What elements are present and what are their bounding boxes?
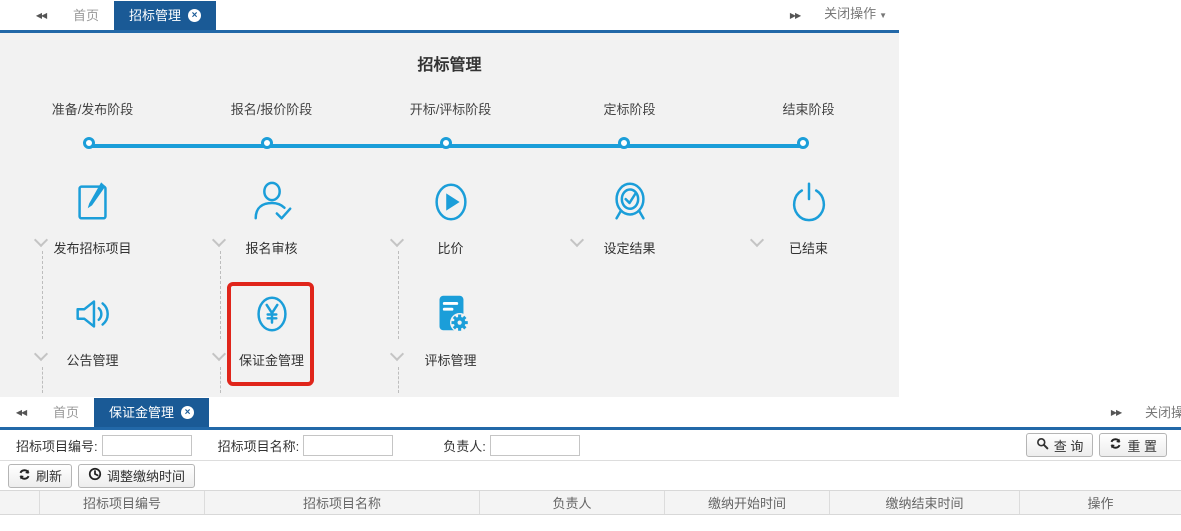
bottom-tab-bar: ◀◀ 首页 保证金管理 × ▶▶ 关闭操作: [0, 397, 1181, 430]
tabs-scroll-right-icon[interactable]: ▶▶: [1099, 398, 1133, 427]
nav-item-label: 已结束: [789, 238, 828, 257]
nav-row-2: 公告管理 保证金管理: [3, 285, 898, 369]
play-icon: [428, 173, 474, 231]
page-title: 招标管理: [0, 51, 899, 75]
search-button-label: 查 询: [1054, 436, 1084, 455]
top-tab-bar: ◀◀ 首页 招标管理 × ▶▶ 关闭操作▼: [0, 0, 899, 33]
tabs-scroll-right-icon[interactable]: ▶▶: [778, 1, 812, 30]
timeline-dot: [83, 137, 95, 149]
grid-col-project-no: 招标项目编号: [40, 491, 205, 514]
adjust-button-label: 调整缴纳时间: [107, 466, 185, 485]
stage-label-end: 结束阶段: [719, 99, 898, 118]
tab-label: 保证金管理: [109, 398, 174, 427]
dashed-connector: [220, 367, 221, 393]
nav-item-label: 保证金管理: [239, 350, 304, 369]
stage-label-open-bid: 开标/评标阶段: [361, 99, 540, 118]
nav-item-label: 发布招标项目: [53, 238, 131, 257]
nav-item-label: 设定结果: [603, 238, 655, 257]
power-icon: [786, 173, 832, 231]
tab-close-icon[interactable]: ×: [181, 406, 194, 419]
search-icon: [1036, 437, 1049, 453]
timeline-dot: [797, 137, 809, 149]
close-operations-menu[interactable]: 关闭操作▼: [812, 0, 899, 30]
timeline-dot: [440, 137, 452, 149]
close-operations-label: 关闭操作: [1145, 405, 1181, 420]
user-check-icon: [249, 173, 295, 231]
nav-item-announcement-management[interactable]: 公告管理: [3, 285, 182, 369]
grid-header: 招标项目编号 招标项目名称 负责人 缴纳开始时间 缴纳结束时间 操作: [0, 490, 1181, 515]
nav-item-label: 报名审核: [245, 238, 297, 257]
stage-label-signup: 报名/报价阶段: [182, 99, 361, 118]
filter-bar: 招标项目编号: 招标项目名称: 负责人: 查 询 重 置: [0, 430, 1181, 461]
refresh-button[interactable]: 刷新: [8, 464, 72, 488]
grid-col-pay-start: 缴纳开始时间: [665, 491, 830, 514]
adjust-payment-time-button[interactable]: 调整缴纳时间: [78, 464, 195, 488]
tab-home[interactable]: 首页: [58, 1, 114, 30]
project-name-input[interactable]: [303, 435, 393, 456]
nav-item-deposit-management[interactable]: 保证金管理: [182, 285, 361, 369]
nav-item-evaluation-management[interactable]: 评标管理: [361, 285, 540, 369]
tabs-scroll-left-icon[interactable]: ◀◀: [4, 398, 38, 427]
grid-col-project-name: 招标项目名称: [205, 491, 480, 514]
grid-toolbar: 刷新 调整缴纳时间: [0, 461, 1181, 490]
tab-home[interactable]: 首页: [38, 398, 94, 427]
grid-body-empty: [0, 515, 1181, 525]
tab-bidding-management[interactable]: 招标管理 ×: [114, 1, 216, 30]
manager-input[interactable]: [490, 435, 580, 456]
target-check-icon: [607, 173, 653, 231]
document-gear-icon: [428, 285, 474, 343]
nav-row-1: 发布招标项目 报名审核: [3, 173, 898, 257]
nav-item-price-compare[interactable]: 比价: [361, 173, 540, 257]
grid-col-actions: 操作: [1020, 491, 1181, 514]
close-operations-menu[interactable]: 关闭操作: [1133, 398, 1181, 427]
yuan-coin-icon: [249, 285, 295, 343]
tabs-scroll-left-icon[interactable]: ◀◀: [24, 1, 58, 30]
tab-label: 首页: [73, 8, 99, 23]
manager-label: 负责人:: [443, 436, 486, 455]
nav-item-label: 比价: [437, 238, 463, 257]
timeline-dot: [261, 137, 273, 149]
reset-button-label: 重 置: [1127, 436, 1157, 455]
nav-item-finished[interactable]: 已结束: [719, 173, 898, 257]
tab-label: 首页: [53, 405, 79, 420]
search-button[interactable]: 查 询: [1026, 433, 1094, 457]
edit-document-icon: [70, 173, 116, 231]
stage-label-award: 定标阶段: [540, 99, 719, 118]
grid-col-select: [0, 491, 40, 514]
refresh-icon: [1109, 437, 1122, 453]
nav-item-publish-project[interactable]: 发布招标项目: [3, 173, 182, 257]
tab-deposit-management[interactable]: 保证金管理 ×: [94, 398, 209, 427]
tab-close-icon[interactable]: ×: [188, 9, 201, 22]
caret-down-icon: ▼: [879, 11, 887, 20]
refresh-button-label: 刷新: [36, 466, 62, 485]
close-operations-label: 关闭操作: [824, 6, 876, 21]
speaker-icon: [70, 285, 116, 343]
stage-label-prepare: 准备/发布阶段: [3, 99, 182, 118]
nav-item-signup-review[interactable]: 报名审核: [182, 173, 361, 257]
reset-button[interactable]: 重 置: [1099, 433, 1167, 457]
stage-labels: 准备/发布阶段 报名/报价阶段 开标/评标阶段 定标阶段 结束阶段: [3, 99, 898, 118]
tab-label: 招标管理: [129, 1, 181, 30]
bidding-process-panel: 招标管理 准备/发布阶段 报名/报价阶段 开标/评标阶段 定标阶段 结束阶段: [0, 33, 899, 397]
grid-col-pay-end: 缴纳结束时间: [830, 491, 1020, 514]
clock-icon: [88, 467, 102, 484]
project-no-input[interactable]: [102, 435, 192, 456]
timeline-dot: [618, 137, 630, 149]
bidding-management-window: ◀◀ 首页 招标管理 × ▶▶ 关闭操作▼ 招标管理 准备/发布阶段 报名/报价…: [0, 0, 1181, 397]
grid-col-manager: 负责人: [480, 491, 665, 514]
dashed-connector: [42, 367, 43, 393]
nav-item-label: 公告管理: [66, 350, 118, 369]
project-name-label: 招标项目名称:: [218, 436, 300, 455]
nav-item-set-result[interactable]: 设定结果: [540, 173, 719, 257]
dashed-connector: [398, 367, 399, 393]
refresh-icon: [18, 468, 31, 484]
project-no-label: 招标项目编号:: [16, 436, 98, 455]
nav-item-label: 评标管理: [424, 350, 476, 369]
process-timeline: [0, 136, 899, 156]
